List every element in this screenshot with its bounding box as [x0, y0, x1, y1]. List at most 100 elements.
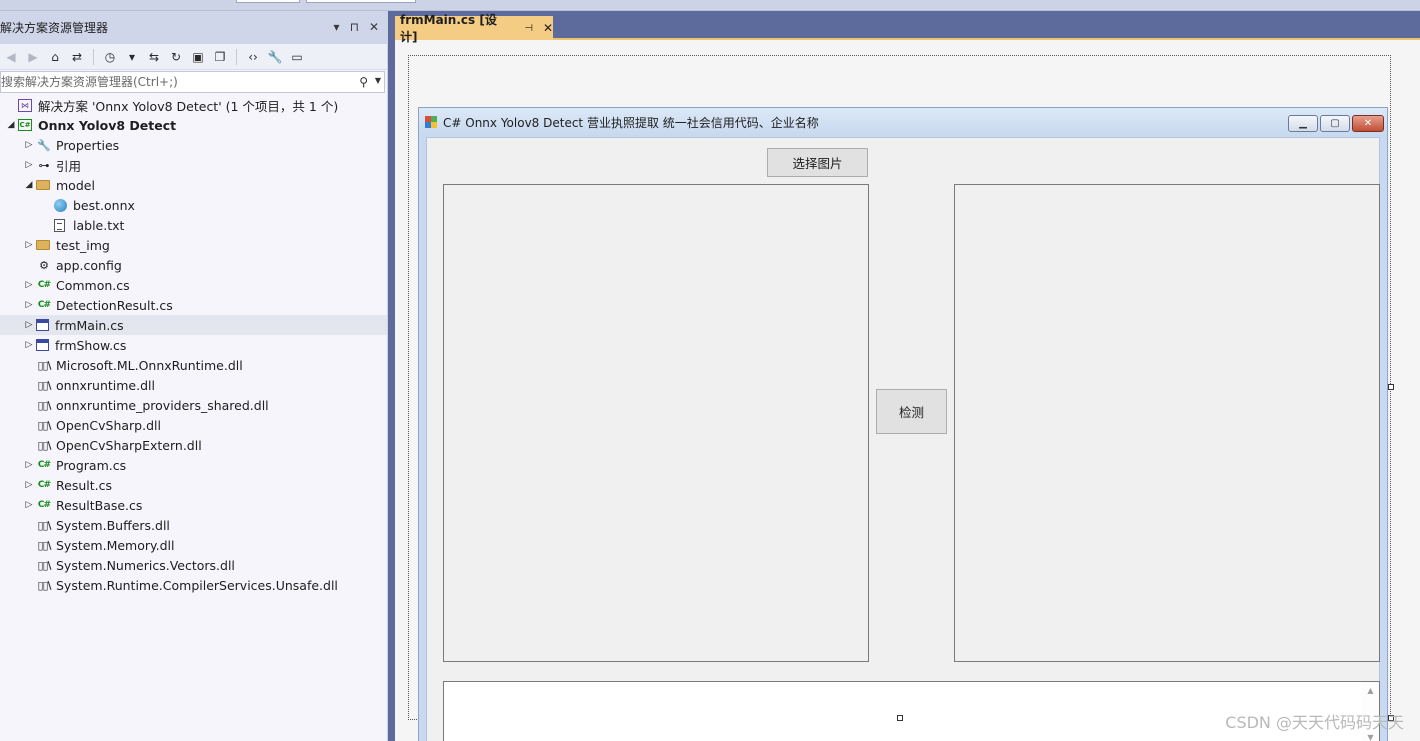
tree-item[interactable]: ⚙ app.config [0, 255, 387, 275]
tree-item-label: System.Numerics.Vectors.dll [56, 557, 235, 573]
tree-item[interactable]: ▷ test_img [0, 235, 387, 255]
tab-frmmain-design[interactable]: frmMain.cs [设计] ⊣ ✕ [395, 13, 553, 44]
tree-item[interactable]: ▯▯\ onnxruntime.dll [0, 375, 387, 395]
tree-item-label: System.Runtime.CompilerServices.Unsafe.d… [56, 577, 338, 593]
tree-item[interactable]: ▷ frmShow.cs [0, 335, 387, 355]
design-surface: C# Onnx Yolov8 Detect 营业执照提取 统一社会信用代码、企业… [408, 55, 1394, 741]
csharp-file-icon: C# [37, 500, 51, 510]
tree-item[interactable]: ▷ C# ResultBase.cs [0, 495, 387, 515]
tree-item-label: model [56, 177, 95, 193]
tree-item[interactable]: ⋈ 解决方案 'Onnx Yolov8 Detect' (1 个项目，共 1 个) [0, 95, 387, 115]
tree-item[interactable]: ▯▯\ Microsoft.ML.OnnxRuntime.dll [0, 355, 387, 375]
watermark: CSDN @天天代码码天天 [1225, 713, 1404, 732]
show-all-files-icon[interactable]: ❐ [211, 48, 229, 66]
tree-item[interactable]: ▷ C# Program.cs [0, 455, 387, 475]
solution-search-input[interactable] [1, 75, 341, 89]
form-designer-window[interactable]: C# Onnx Yolov8 Detect 营业执照提取 统一社会信用代码、企业… [418, 107, 1388, 741]
pending-changes-filter-icon[interactable]: ◷ [101, 48, 119, 66]
document-tab-bar: frmMain.cs [设计] ⊣ ✕ [395, 11, 1420, 44]
back-icon[interactable]: ◀ [2, 48, 20, 66]
view-code-icon[interactable]: ‹› [244, 48, 262, 66]
forward-icon[interactable]: ▶ [24, 48, 42, 66]
csharp-file-icon: C# [37, 480, 51, 490]
minimize-icon[interactable]: ▁ [1288, 115, 1318, 132]
collapsed-arrow-icon[interactable]: ▷ [22, 500, 36, 510]
pin-icon[interactable]: ⊓ [350, 20, 359, 34]
collapsed-arrow-icon[interactable]: ▷ [22, 140, 36, 150]
resize-handle-right[interactable] [1388, 384, 1394, 390]
resize-handle-bottom[interactable] [897, 715, 903, 721]
form-title: C# Onnx Yolov8 Detect 营业执照提取 统一社会信用代码、企业… [443, 115, 819, 130]
tree-item[interactable]: ▷ 🔧 Properties [0, 135, 387, 155]
tree-item[interactable]: ▷ C# Result.cs [0, 475, 387, 495]
home-icon[interactable]: ⌂ [46, 48, 64, 66]
sync-icon[interactable]: ⇆ [145, 48, 163, 66]
tree-item[interactable]: best.onnx [0, 195, 387, 215]
tree-item-label: best.onnx [73, 197, 135, 213]
properties-wrench-icon[interactable]: 🔧 [266, 48, 284, 66]
tree-item[interactable]: ▯▯\ System.Runtime.CompilerServices.Unsaf… [0, 575, 387, 595]
preview-icon[interactable]: ▭ [288, 48, 306, 66]
tree-item-label: DetectionResult.cs [56, 297, 173, 313]
source-picture-box[interactable] [443, 184, 869, 662]
close-icon[interactable]: ✕ [369, 20, 379, 34]
collapsed-arrow-icon[interactable]: ▷ [22, 280, 36, 290]
toolbar-dropdown-fragment[interactable] [236, 0, 300, 3]
expanded-arrow-icon[interactable]: ◢ [4, 120, 18, 130]
text-file-icon [54, 218, 65, 232]
tree-item[interactable]: ▯▯\ onnxruntime_providers_shared.dll [0, 395, 387, 415]
collapsed-arrow-icon[interactable]: ▷ [22, 320, 36, 330]
tree-item-label: onnxruntime_providers_shared.dll [56, 397, 269, 413]
tree-item[interactable]: ▯▯\ OpenCvSharpExtern.dll [0, 435, 387, 455]
search-options-dropdown-icon[interactable]: ▼ [375, 76, 381, 85]
tab-label: frmMain.cs [设计] [400, 13, 497, 44]
wrench-icon: 🔧 [37, 138, 51, 152]
close-icon[interactable]: ✕ [1352, 115, 1384, 132]
collapsed-arrow-icon[interactable]: ▷ [22, 340, 36, 350]
scroll-up-icon[interactable]: ▲ [1362, 682, 1379, 699]
search-icon[interactable]: ⚲ [359, 75, 368, 89]
detect-button[interactable]: 检测 [876, 389, 947, 434]
tab-pin-icon[interactable]: ⊣ [524, 23, 533, 34]
switch-views-icon[interactable]: ⇄ [68, 48, 86, 66]
maximize-icon[interactable]: ▢ [1320, 115, 1350, 132]
tree-item[interactable]: ▷ C# DetectionResult.cs [0, 295, 387, 315]
collapsed-arrow-icon[interactable]: ▷ [22, 240, 36, 250]
collapse-all-icon[interactable]: ▣ [189, 48, 207, 66]
library-icon: ▯▯\ [37, 518, 51, 532]
collapsed-arrow-icon[interactable]: ▷ [22, 160, 36, 170]
tree-item[interactable]: ▷ C# Common.cs [0, 275, 387, 295]
tree-item-label: test_img [56, 237, 110, 253]
expanded-arrow-icon[interactable]: ◢ [22, 180, 36, 190]
refresh-icon[interactable]: ↻ [167, 48, 185, 66]
solution-search-box[interactable]: ⚲ ▼ [0, 71, 385, 93]
window-position-dropdown-icon[interactable]: ▾ [334, 20, 340, 34]
tree-item[interactable]: ▯▯\ OpenCvSharp.dll [0, 415, 387, 435]
solution-explorer-toolbar: ◀ ▶ ⌂ ⇄ ◷ ▾ ⇆ ↻ ▣ ❐ ‹› 🔧 ▭ [0, 44, 387, 70]
tree-item[interactable]: ▷ ⊶ 引用 [0, 155, 387, 175]
top-toolbar-strip [0, 0, 1420, 11]
tree-item-label: OpenCvSharpExtern.dll [56, 437, 202, 453]
collapsed-arrow-icon[interactable]: ▷ [22, 460, 36, 470]
solution-explorer-title: 解决方案资源管理器 [0, 21, 109, 35]
tree-item[interactable]: ◢ C# Onnx Yolov8 Detect [0, 115, 387, 135]
tree-item-label: 引用 [56, 158, 82, 174]
panel-splitter[interactable] [388, 11, 395, 741]
tree-item-label: Program.cs [56, 457, 127, 473]
tree-item[interactable]: ▷ frmMain.cs [0, 315, 387, 335]
filter-dropdown-icon[interactable]: ▾ [123, 48, 141, 66]
folder-icon [36, 180, 50, 190]
tree-item-label: frmShow.cs [55, 337, 127, 353]
tree-item[interactable]: lable.txt [0, 215, 387, 235]
collapsed-arrow-icon[interactable]: ▷ [22, 300, 36, 310]
tab-close-icon[interactable]: ✕ [543, 21, 553, 35]
tree-item[interactable]: ▯▯\ System.Numerics.Vectors.dll [0, 555, 387, 575]
collapsed-arrow-icon[interactable]: ▷ [22, 480, 36, 490]
tree-item[interactable]: ◢ model [0, 175, 387, 195]
result-picture-box[interactable] [954, 184, 1380, 662]
select-image-button[interactable]: 选择图片 [767, 148, 868, 177]
tree-item[interactable]: ▯▯\ System.Buffers.dll [0, 515, 387, 535]
tree-item[interactable]: ▯▯\ System.Memory.dll [0, 535, 387, 555]
csharp-file-icon: C# [37, 280, 51, 290]
toolbar-dropdown-fragment[interactable] [306, 0, 416, 3]
